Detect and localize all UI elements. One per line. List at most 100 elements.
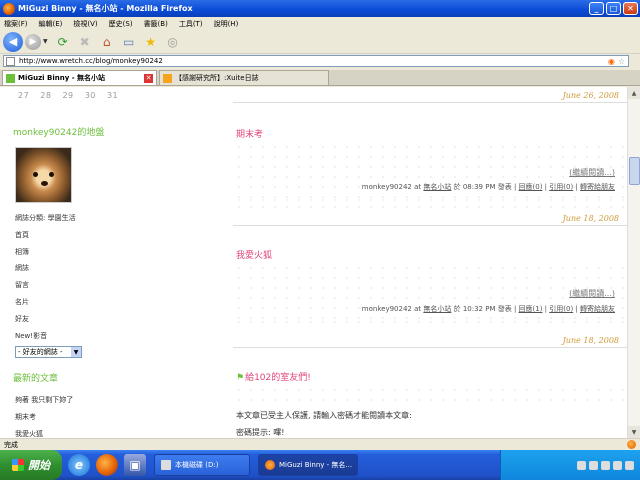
reply-link[interactable]: 回應(0)	[519, 183, 543, 191]
bookmark-page-icon[interactable]: ☆	[618, 57, 625, 66]
dotted-background	[233, 195, 627, 209]
sidebar-map-title: monkey90242的地盤	[13, 128, 105, 138]
post-at: at	[414, 305, 422, 313]
flag-icon: ⚑	[236, 373, 245, 383]
tray-icon[interactable]	[601, 460, 610, 470]
avatar-nose	[41, 181, 48, 186]
history-dropdown-icon[interactable]: ▼	[43, 38, 48, 45]
menu-tools[interactable]: 工具(T)	[179, 19, 203, 29]
maximize-button[interactable]: □	[606, 2, 621, 15]
sidebar-category[interactable]: 網誌分類: 學園生活	[15, 213, 76, 230]
rss-icon[interactable]: ◉	[608, 57, 615, 66]
post-date-bar: June 18, 2008	[233, 212, 627, 226]
sidebar-link-video[interactable]: New!影音	[15, 331, 76, 348]
tab-close-icon[interactable]: ✕	[144, 73, 153, 83]
internet-explorer-icon[interactable]: e	[68, 454, 90, 476]
post-title[interactable]: ⚑給102的室友們!	[236, 370, 311, 383]
sidebar-link-friends[interactable]: 好友	[15, 314, 76, 331]
read-more-link[interactable]: (繼續閱讀...)	[569, 167, 615, 178]
taskbar-item-disk[interactable]: 本機磁碟 (D:)	[154, 454, 250, 476]
menu-view[interactable]: 檢視(V)	[73, 19, 97, 29]
forward-button[interactable]: ▶	[25, 33, 41, 50]
sidebar-link-home[interactable]: 首頁	[15, 230, 76, 247]
address-field-container: ◉ ☆	[3, 55, 629, 67]
window-icon[interactable]: ▭	[121, 34, 137, 50]
url-bar: ◉ ☆	[0, 54, 640, 68]
stop-icon[interactable]: ✖	[77, 34, 93, 50]
post-title[interactable]: 我愛火狐	[236, 248, 272, 261]
scroll-thumb[interactable]	[629, 157, 640, 185]
status-bar: 完成	[0, 438, 640, 450]
tab-label: MiGuzi Binny - 無名小站	[18, 74, 106, 82]
post-site-link[interactable]: 無名小站	[423, 305, 451, 313]
address-input[interactable]	[19, 57, 608, 65]
recent-post-link[interactable]: 期末考	[15, 412, 73, 429]
recent-posts-title: 最新的文章	[13, 374, 59, 384]
wretch-favicon-icon	[6, 73, 15, 83]
menu-help[interactable]: 說明(H)	[214, 19, 239, 29]
taskbar-item-label: 本機磁碟 (D:)	[175, 461, 219, 469]
post-author: monkey90242	[361, 183, 412, 191]
friends-blog-select[interactable]: - 好友的網誌 - ▼	[15, 346, 82, 358]
tray-icon[interactable]	[589, 460, 598, 470]
protected-notice: 本文章已受主人保護, 請輸入密碼才能閱讀本文章:	[236, 411, 412, 420]
read-more-link[interactable]: (繼續閱讀...)	[569, 288, 615, 299]
sidebar-link-blog[interactable]: 網誌	[15, 263, 76, 280]
start-button[interactable]: 開始	[0, 450, 62, 480]
tab-label: 【感謝研究所】:Xuite日誌	[175, 74, 259, 82]
start-label: 開始	[28, 459, 50, 472]
sidebar-links: 網誌分類: 學園生活 首頁 相簿 網誌 留言 名片 好友 New!影音	[15, 213, 76, 347]
vertical-scrollbar[interactable]: ▲ ▼	[627, 87, 640, 438]
tray-icon[interactable]	[625, 460, 634, 470]
tray-icon[interactable]	[577, 460, 586, 470]
post-site-link[interactable]: 無名小站	[423, 183, 451, 191]
post-date: June 18, 2008	[562, 336, 619, 345]
select-value: - 好友的網誌 -	[18, 348, 63, 356]
post-date-bar: June 18, 2008	[233, 334, 627, 348]
dotted-background	[233, 385, 627, 405]
blog-sidebar: monkey90242的地盤 網誌分類: 學園生活 首頁 相簿 網誌 留言 名片…	[0, 87, 225, 438]
close-button[interactable]: ✕	[623, 2, 638, 15]
sidebar-link-guestbook[interactable]: 留言	[15, 280, 76, 297]
sidebar-link-card[interactable]: 名片	[15, 297, 76, 314]
tray-icon[interactable]	[613, 460, 622, 470]
home-icon[interactable]: ⌂	[99, 34, 115, 50]
window-switch-icon[interactable]: ▣	[124, 454, 146, 476]
minimize-button[interactable]: _	[589, 2, 604, 15]
tab-miguzi[interactable]: MiGuzi Binny - 無名小站 ✕	[2, 70, 157, 85]
menu-file[interactable]: 檔案(F)	[4, 19, 28, 29]
scroll-up-icon[interactable]: ▲	[628, 87, 640, 99]
back-button[interactable]: ◀	[3, 31, 23, 52]
recent-post-link[interactable]: 我愛火狐	[15, 429, 73, 438]
menu-bar: 檔案(F) 編輯(E) 檢視(V) 歷史(S) 書籤(B) 工具(T) 說明(H…	[0, 17, 640, 30]
bookmark-star-icon[interactable]: ★	[143, 34, 159, 50]
cite-link[interactable]: 引用(0)	[549, 183, 573, 191]
sidebar-link-album[interactable]: 相簿	[15, 247, 76, 264]
page-icon	[6, 56, 15, 66]
tab-xuite[interactable]: 【感謝研究所】:Xuite日誌	[159, 70, 329, 85]
post-title[interactable]: 期末考	[236, 127, 263, 140]
post-date-bar: June 26, 2008	[233, 89, 627, 103]
post-author: monkey90242	[361, 305, 412, 313]
reply-link[interactable]: 回應(1)	[519, 305, 543, 313]
post-title-text: 給102的室友們!	[245, 373, 311, 383]
scroll-down-icon[interactable]: ▼	[628, 426, 640, 438]
cite-link[interactable]: 引用(0)	[549, 305, 573, 313]
menu-bookmarks[interactable]: 書籤(B)	[144, 19, 168, 29]
menu-edit[interactable]: 編輯(E)	[39, 19, 63, 29]
dotted-background	[233, 317, 627, 331]
status-text: 完成	[4, 440, 18, 449]
reload-icon[interactable]: ⟳	[55, 34, 71, 50]
windows-logo-icon	[12, 459, 24, 471]
avatar[interactable]	[15, 147, 72, 203]
post-meta: monkey90242 at 無名小站 於 10:32 PM 發表 | 回應(1…	[361, 305, 615, 313]
menu-history[interactable]: 歷史(S)	[109, 19, 133, 29]
recommend-link[interactable]: 轉寄給朋友	[580, 183, 615, 191]
taskbar-item-firefox[interactable]: MiGuzi Binny - 無名...	[258, 454, 358, 476]
firefox-quicklaunch-icon[interactable]	[96, 454, 118, 476]
recent-post-link[interactable]: 夠著 我只剩下妳了	[15, 395, 73, 412]
windows-taskbar: 開始 e ▣ 本機磁碟 (D:) MiGuzi Binny - 無名...	[0, 450, 640, 480]
blog-main: June 26, 2008 期末考 (繼續閱讀...) monkey90242 …	[233, 87, 627, 438]
navigation-toolbar: ◀ ▶ ▼ ⟳ ✖ ⌂ ▭ ★ ◎	[0, 30, 640, 54]
recommend-link[interactable]: 轉寄給朋友	[580, 305, 615, 313]
